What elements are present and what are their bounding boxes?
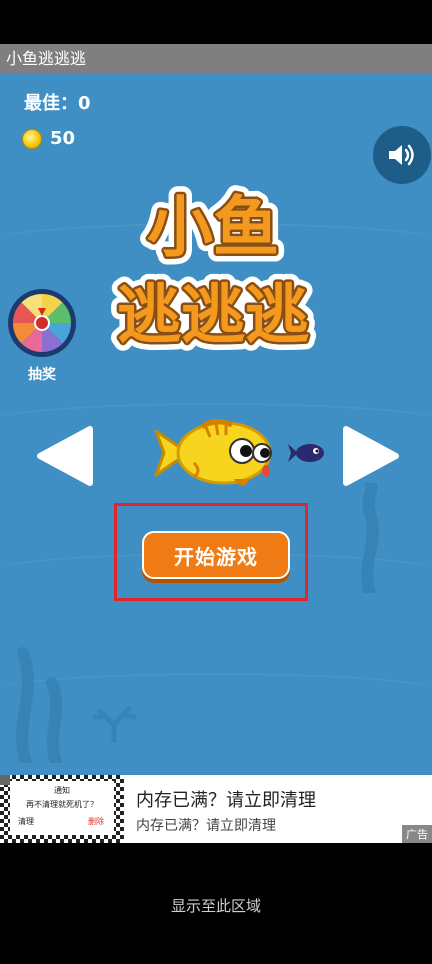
ad-card-title: 通知 [54, 786, 70, 795]
ad-card-message: 再不清理就死机了？ [26, 800, 98, 809]
svg-text:小鱼: 小鱼 [147, 189, 279, 266]
ad-card-clear: 清理 [18, 817, 34, 826]
sound-toggle-button[interactable] [373, 126, 431, 184]
best-score: 最佳：0 [24, 93, 91, 114]
coin-counter: 50 [22, 128, 75, 149]
coral-decoration [93, 706, 137, 743]
game-logo: 小鱼 小鱼 逃逃逃 逃逃逃 [109, 181, 317, 355]
small-fish-icon [288, 444, 324, 462]
ad-card-delete: 删除 [88, 817, 104, 826]
coin-count: 50 [50, 128, 76, 149]
coin-icon [22, 128, 42, 149]
window-title: 小鱼逃逃逃 [0, 44, 432, 73]
lottery-button[interactable]: 抽奖 [6, 288, 78, 384]
left-arrow-icon[interactable] [34, 425, 94, 487]
ad-subtitle: 内存已满？请立即清理 [136, 818, 276, 834]
wheel-icon [8, 289, 76, 357]
game-canvas[interactable]: 最佳：0 50 小鱼 小鱼 逃逃逃 逃逃逃 抽奖 开始游戏 [0, 73, 432, 775]
seaweed-decoration [16, 647, 63, 763]
ad-title: 内存已满？请立即清理 [136, 790, 316, 811]
ad-thumbnail: 通知 再不清理就死机了？ 清理 删除 [0, 775, 124, 843]
fish-icon [154, 419, 272, 486]
display-area-text: 显示至此区域 [170, 897, 261, 915]
start-game-button[interactable]: 开始游戏 [142, 531, 290, 579]
bottom-display-area: 显示至此区域 [0, 843, 432, 964]
seaweed-decoration [361, 483, 379, 593]
speaker-icon [389, 144, 414, 166]
svg-text:逃逃逃: 逃逃逃 [117, 279, 309, 353]
status-bar [0, 0, 432, 44]
ad-notification-card: 通知 再不清理就死机了？ 清理 删除 [10, 781, 114, 835]
ad-close-icon[interactable] [0, 775, 10, 785]
right-arrow-icon[interactable] [342, 425, 402, 487]
lottery-label: 抽奖 [28, 367, 56, 383]
ad-badge: 广告 [402, 825, 432, 843]
ad-banner[interactable]: 通知 再不清理就死机了？ 清理 删除 内存已满？请立即清理 内存已满？请立即清理… [0, 775, 432, 843]
